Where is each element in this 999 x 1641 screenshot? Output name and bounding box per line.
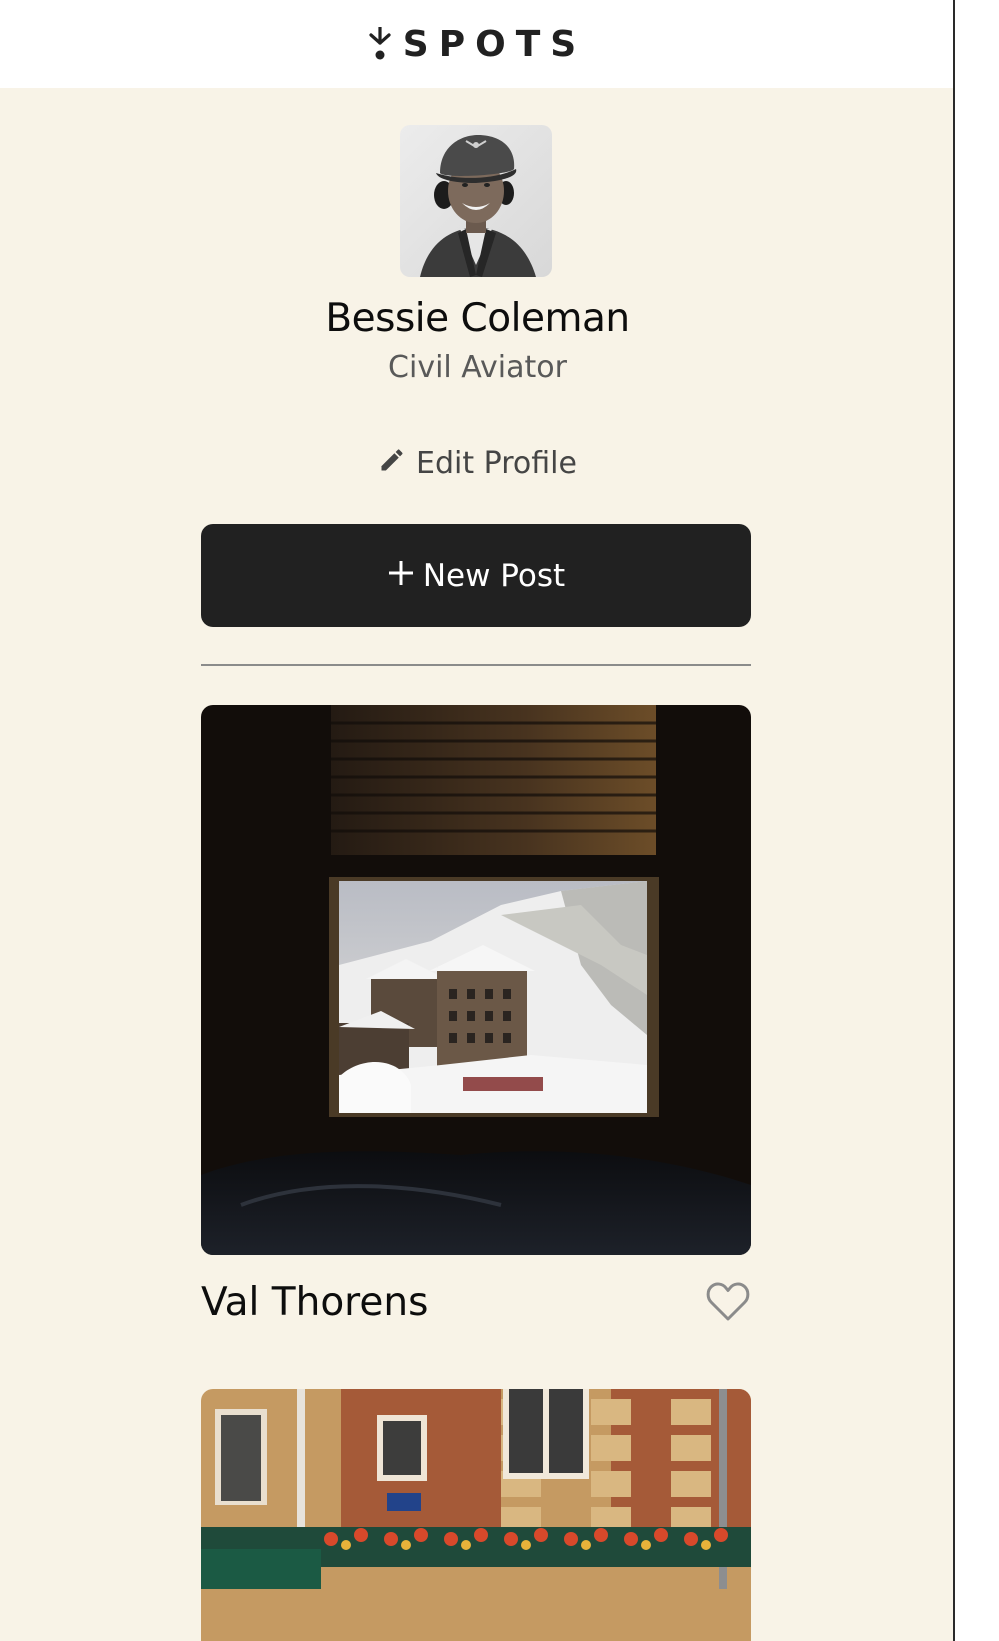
card-image[interactable] — [201, 1389, 751, 1641]
section-divider — [201, 664, 751, 666]
spots-logo[interactable]: SPOTS — [369, 24, 586, 65]
scrollbar-edge — [953, 0, 955, 1641]
avatar-image — [400, 125, 552, 277]
edit-profile-label: Edit Profile — [416, 446, 577, 481]
pencil-icon — [381, 448, 403, 470]
card-footer: Val Thorens — [201, 1272, 751, 1332]
card-photo-building — [201, 1389, 751, 1641]
edit-profile-button[interactable]: Edit Profile — [0, 446, 955, 481]
card-image[interactable] — [201, 705, 751, 1255]
logo-text: SPOTS — [402, 23, 587, 65]
spots-logo-icon — [369, 27, 391, 60]
profile-description: Civil Aviator — [388, 350, 567, 385]
card-photo-window-snow — [201, 705, 751, 1255]
heart-icon[interactable] — [705, 1281, 751, 1323]
profile-name: Bessie Coleman — [325, 296, 630, 341]
plus-icon — [388, 560, 413, 585]
new-post-label: New Post — [422, 557, 566, 594]
card-title: Val Thorens — [201, 1279, 429, 1325]
avatar — [400, 125, 552, 277]
profile-page: Bessie Coleman Civil Aviator Edit Profil… — [0, 88, 955, 1641]
viewport: SPOTS Bessie Coleman Civil Aviator Edit … — [0, 0, 955, 1641]
new-post-button[interactable]: New Post — [201, 524, 751, 627]
scrollbar-track[interactable] — [955, 0, 999, 1641]
site-header: SPOTS — [0, 0, 955, 88]
